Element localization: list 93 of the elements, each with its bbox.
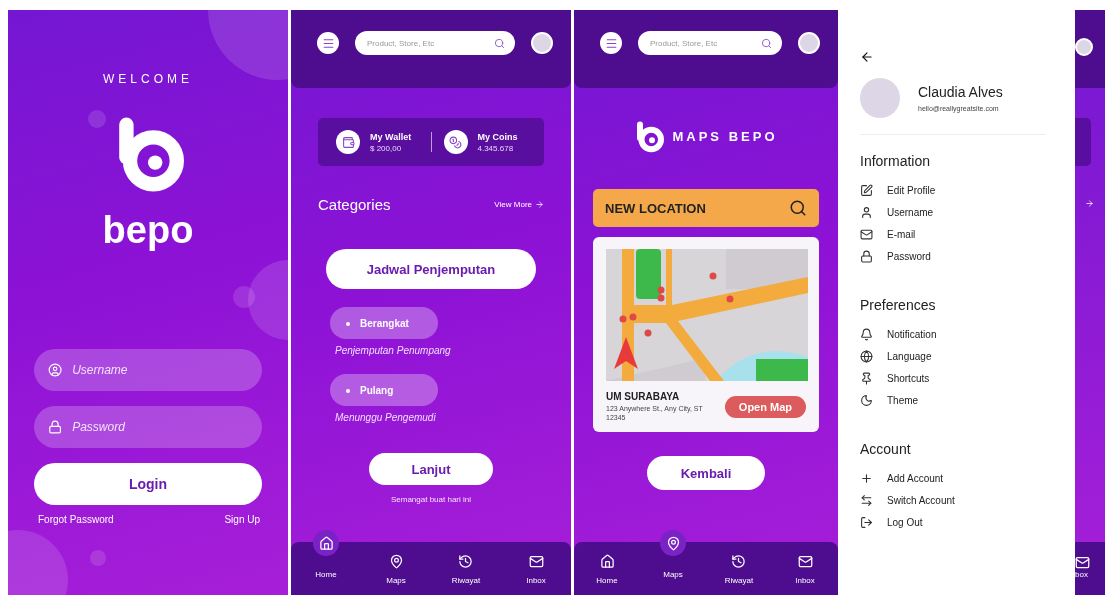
lock-icon bbox=[48, 419, 63, 436]
avatar[interactable] bbox=[531, 32, 553, 54]
mail-icon bbox=[797, 553, 813, 569]
back-arrow-icon[interactable] bbox=[860, 50, 874, 64]
next-button[interactable]: Lanjut bbox=[369, 453, 493, 485]
nav-tab[interactable]: Maps bbox=[383, 542, 409, 585]
text-input[interactable]: Password bbox=[70, 419, 248, 436]
bubble-decoration bbox=[88, 110, 106, 128]
nav-label: box bbox=[1075, 570, 1088, 579]
menu-item[interactable]: Password bbox=[860, 245, 1046, 267]
menu-item[interactable]: Theme bbox=[860, 389, 1046, 411]
pin-icon bbox=[860, 371, 873, 385]
menu-icon[interactable] bbox=[600, 32, 622, 54]
option-pill[interactable]: Pulang bbox=[330, 374, 438, 406]
edit-icon bbox=[860, 183, 873, 197]
user-icon bbox=[860, 205, 873, 219]
search-icon bbox=[494, 37, 505, 49]
avatar bbox=[860, 78, 900, 118]
motto-text: Semangat buat hari ini bbox=[390, 495, 472, 504]
lock-icon bbox=[860, 249, 873, 263]
menu-item[interactable]: Shortcuts bbox=[860, 367, 1046, 389]
nav-tab[interactable]: Inbox bbox=[792, 542, 818, 585]
menu-item[interactable]: Language bbox=[860, 345, 1046, 367]
search-input[interactable]: Product, Store, Etc bbox=[365, 37, 494, 49]
schedule-button[interactable]: Jadwal Penjemputan bbox=[326, 249, 536, 289]
bell-icon bbox=[860, 327, 873, 341]
view-more-link[interactable]: View More bbox=[494, 200, 544, 209]
section-title: Categories bbox=[318, 196, 391, 213]
back-button[interactable]: Kembali bbox=[647, 456, 765, 491]
balance-value: $ 200,00 bbox=[370, 143, 403, 153]
place-name: UM SURABAYA bbox=[606, 391, 681, 402]
menu-item[interactable]: Add Account bbox=[860, 467, 1046, 489]
sign-up-link[interactable]: Sign Up bbox=[224, 514, 260, 526]
bubble-decoration bbox=[90, 550, 106, 566]
menu-item[interactable]: Username bbox=[860, 201, 1046, 223]
wallet-icon bbox=[336, 130, 360, 154]
menu-item[interactable]: E-mail bbox=[860, 223, 1046, 245]
mail-icon bbox=[528, 553, 544, 569]
nav-tab[interactable]: Riwayat bbox=[451, 542, 481, 585]
profile-name: Claudia Alves bbox=[918, 84, 1003, 100]
open-map-button[interactable]: Open Map bbox=[724, 395, 806, 418]
avatar[interactable] bbox=[798, 32, 820, 54]
balance-card bbox=[1075, 118, 1091, 166]
search-field[interactable]: Product, Store, Etc bbox=[638, 31, 782, 55]
arrow-right-icon bbox=[1085, 199, 1094, 208]
brand-title: MAPS BEPO bbox=[672, 129, 778, 144]
arrow-right-icon bbox=[535, 200, 544, 209]
menu-item[interactable]: Edit Profile bbox=[860, 179, 1046, 201]
nav-tab[interactable]: Inbox bbox=[523, 542, 549, 585]
map-pin-icon bbox=[388, 553, 404, 569]
plus-icon bbox=[860, 471, 873, 485]
balance-label: My Wallet bbox=[370, 131, 412, 142]
map-pin-icon bbox=[665, 535, 681, 551]
search-input[interactable]: Product, Store, Etc bbox=[648, 37, 761, 49]
welcome-heading: WELCOME bbox=[103, 72, 193, 86]
menu-item[interactable]: Switch Account bbox=[860, 489, 1046, 511]
moon-icon bbox=[860, 393, 873, 407]
logo-wordmark: bepo bbox=[102, 211, 194, 250]
balance-value: 4.345.678 bbox=[477, 143, 515, 153]
swap-arrows-icon bbox=[860, 493, 873, 507]
option-pill[interactable]: Berangkat bbox=[330, 307, 438, 339]
search-field[interactable]: Product, Store, Etc bbox=[355, 31, 515, 55]
nav-tab[interactable]: Riwayat bbox=[724, 542, 754, 585]
nav-tab[interactable]: Home bbox=[594, 542, 620, 585]
menu-icon[interactable] bbox=[317, 32, 339, 54]
text-input[interactable]: Username bbox=[70, 362, 248, 379]
user-icon bbox=[48, 362, 63, 379]
balance-label: My Coins bbox=[477, 131, 518, 142]
coin-icon bbox=[443, 130, 468, 154]
history-icon bbox=[731, 553, 747, 569]
logout-icon bbox=[860, 515, 873, 529]
home-icon bbox=[318, 535, 334, 551]
menu-item[interactable]: Log Out bbox=[860, 511, 1046, 533]
input-field[interactable]: Password bbox=[34, 406, 262, 449]
mail-icon bbox=[860, 227, 873, 241]
input-field[interactable]: Username bbox=[34, 349, 262, 392]
forgot-password-link[interactable]: Forgot Password bbox=[38, 514, 114, 526]
option-caption: Penjemputan Penumpang bbox=[335, 345, 451, 356]
menu-item[interactable]: Notification bbox=[860, 323, 1046, 345]
mail-icon bbox=[1075, 555, 1090, 570]
home-icon bbox=[599, 553, 615, 569]
history-icon bbox=[458, 553, 474, 569]
login-button[interactable]: Login bbox=[34, 463, 262, 506]
section-title: Account bbox=[860, 441, 912, 457]
globe-icon bbox=[860, 349, 873, 363]
logo-icon bbox=[634, 120, 665, 153]
section-title: Preferences bbox=[860, 297, 937, 313]
new-location-bar[interactable]: NEW LOCATION bbox=[593, 189, 819, 227]
search-icon bbox=[761, 37, 772, 49]
option-caption: Menunggu Pengemudi bbox=[335, 412, 436, 423]
section-title: Information bbox=[860, 153, 932, 169]
search-icon bbox=[789, 199, 807, 217]
avatar bbox=[1075, 38, 1093, 56]
